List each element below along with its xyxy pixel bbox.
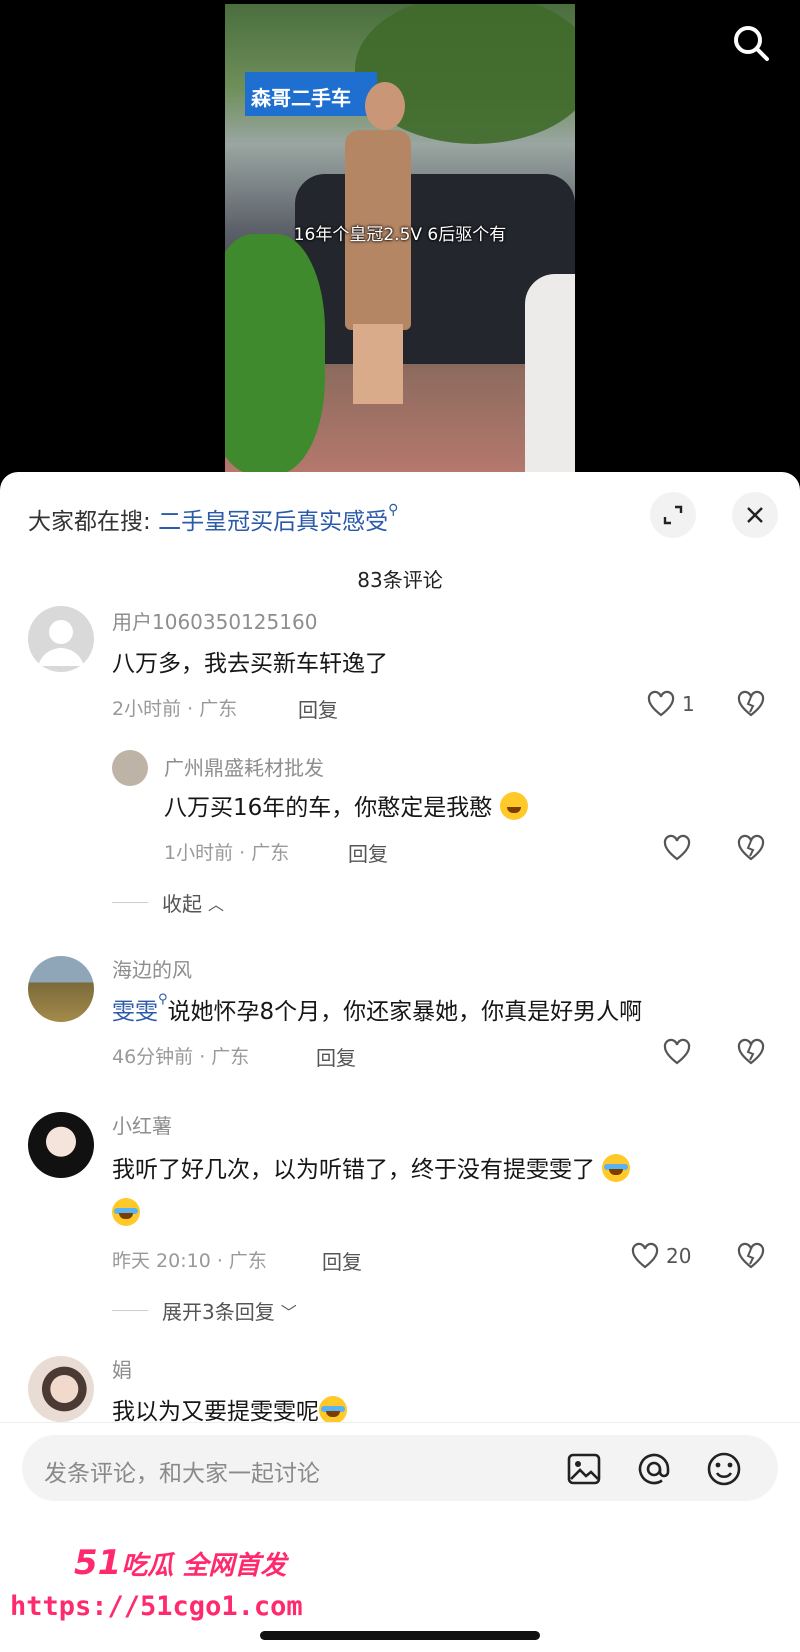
like-count: 1 bbox=[682, 692, 695, 716]
comment-time: 2小时前 · 广东 bbox=[112, 698, 238, 720]
reply-button[interactable]: 回复 bbox=[316, 1042, 356, 1071]
expand-replies-button[interactable]: 展开3条回复 ﹀ bbox=[112, 1296, 297, 1325]
comment-author[interactable]: 小红薯 bbox=[112, 1110, 172, 1139]
video-caption: 16年个皇冠2.5V 6后驱个有 bbox=[293, 225, 507, 245]
comment-author[interactable]: 娟 bbox=[112, 1354, 132, 1383]
comment-text: 我听了好几次，以为听错了，终于没有提雯雯了 bbox=[112, 1148, 752, 1236]
comment-text: 雯雯⚲说她怀孕8个月，你还家暴她，你真是好男人啊 bbox=[112, 992, 643, 1025]
expand-label: 展开3条回复 bbox=[162, 1300, 275, 1324]
avatar[interactable] bbox=[28, 606, 94, 672]
comment-time: 46分钟前 · 广东 bbox=[112, 1046, 250, 1068]
video-person-head bbox=[365, 82, 405, 130]
reply-button[interactable]: 回复 bbox=[298, 694, 338, 723]
chevron-down-icon: ﹀ bbox=[280, 1302, 297, 1322]
like-button[interactable] bbox=[662, 1038, 692, 1066]
watermark-url: https://51cgo1.com bbox=[10, 1591, 303, 1622]
chevron-up-icon: ︿ bbox=[208, 894, 225, 914]
reply-time: 1小时前 · 广东 bbox=[164, 842, 290, 864]
reply-author[interactable]: 广州鼎盛耗材批发 bbox=[164, 752, 324, 781]
reply-button[interactable]: 回复 bbox=[322, 1246, 362, 1275]
heart-icon bbox=[647, 690, 675, 717]
video-person-legs bbox=[353, 324, 403, 404]
search-suggestion-link[interactable]: 二手皇冠买后真实感受 bbox=[158, 509, 388, 535]
search-mini-icon: ⚲ bbox=[158, 992, 168, 1007]
comment-time: 昨天 20:10 · 广东 bbox=[112, 1250, 267, 1272]
watermark-logo: 51吃瓜 全网首发 bbox=[74, 1543, 287, 1583]
heart-icon bbox=[663, 834, 691, 861]
broken-heart-icon[interactable] bbox=[736, 690, 766, 722]
avatar[interactable] bbox=[28, 1112, 94, 1178]
broken-heart-icon[interactable] bbox=[736, 834, 766, 866]
comment-author[interactable]: 海边的风 bbox=[112, 954, 192, 983]
search-suggestion-prefix: 大家都在搜: bbox=[28, 509, 151, 535]
video-player[interactable]: 森哥二手车 16年个皇冠2.5V 6后驱个有 bbox=[0, 0, 800, 472]
reply-button[interactable]: 回复 bbox=[348, 838, 388, 867]
at-icon[interactable] bbox=[634, 1449, 674, 1489]
avatar[interactable] bbox=[28, 956, 94, 1022]
comment-text: 我以为又要提雯雯呢 bbox=[112, 1392, 347, 1426]
search-mini-icon: ⚲ bbox=[388, 502, 399, 518]
avatar[interactable] bbox=[28, 1356, 94, 1422]
crying-emoji-icon bbox=[112, 1198, 140, 1226]
video-shop-sign-text: 森哥二手车 bbox=[251, 86, 351, 110]
comment-text: 八万多，我去买新车轩逸了 bbox=[112, 651, 388, 677]
crying-emoji-icon bbox=[602, 1154, 631, 1182]
emoji-icon[interactable] bbox=[704, 1449, 744, 1489]
divider bbox=[112, 1310, 148, 1311]
video-frame[interactable]: 森哥二手车 16年个皇冠2.5V 6后驱个有 bbox=[225, 4, 575, 472]
expand-icon[interactable] bbox=[650, 492, 696, 538]
comment-input[interactable]: 发条评论，和大家一起讨论 bbox=[22, 1435, 778, 1501]
heart-icon bbox=[663, 1038, 691, 1065]
comment-input-placeholder: 发条评论，和大家一起讨论 bbox=[44, 1461, 320, 1487]
like-button[interactable] bbox=[662, 834, 692, 862]
video-white-car bbox=[525, 274, 575, 472]
grin-emoji-icon bbox=[499, 792, 528, 820]
comment-tag-link[interactable]: 雯雯 bbox=[112, 999, 158, 1025]
close-icon[interactable] bbox=[732, 492, 778, 538]
heart-icon bbox=[631, 1242, 659, 1269]
reply-avatar[interactable] bbox=[112, 750, 148, 786]
comment-author[interactable]: 用户1060350125160 bbox=[112, 606, 317, 635]
like-button[interactable]: 20 bbox=[630, 1242, 691, 1270]
crying-emoji-icon bbox=[319, 1396, 347, 1424]
reply-text: 八万买16年的车，你憨定是我憨 bbox=[164, 788, 528, 822]
comment-input-bar: 发条评论，和大家一起讨论 51吃瓜 全网首发 https://51cgo1.co… bbox=[0, 1422, 800, 1652]
video-bush bbox=[225, 234, 325, 472]
divider bbox=[112, 902, 148, 903]
collapse-replies-button[interactable]: 收起 ︿ bbox=[112, 888, 224, 917]
search-suggestion[interactable]: 大家都在搜: 二手皇冠买后真实感受⚲ bbox=[28, 502, 398, 536]
collapse-label: 收起 bbox=[162, 892, 202, 916]
broken-heart-icon[interactable] bbox=[736, 1038, 766, 1070]
image-icon[interactable] bbox=[564, 1449, 604, 1489]
search-icon[interactable] bbox=[730, 22, 772, 64]
like-button[interactable]: 1 bbox=[646, 690, 695, 718]
comment-count: 83条评论 bbox=[357, 568, 443, 592]
home-indicator[interactable] bbox=[260, 1631, 540, 1640]
broken-heart-icon[interactable] bbox=[736, 1242, 766, 1274]
like-count: 20 bbox=[666, 1244, 692, 1268]
